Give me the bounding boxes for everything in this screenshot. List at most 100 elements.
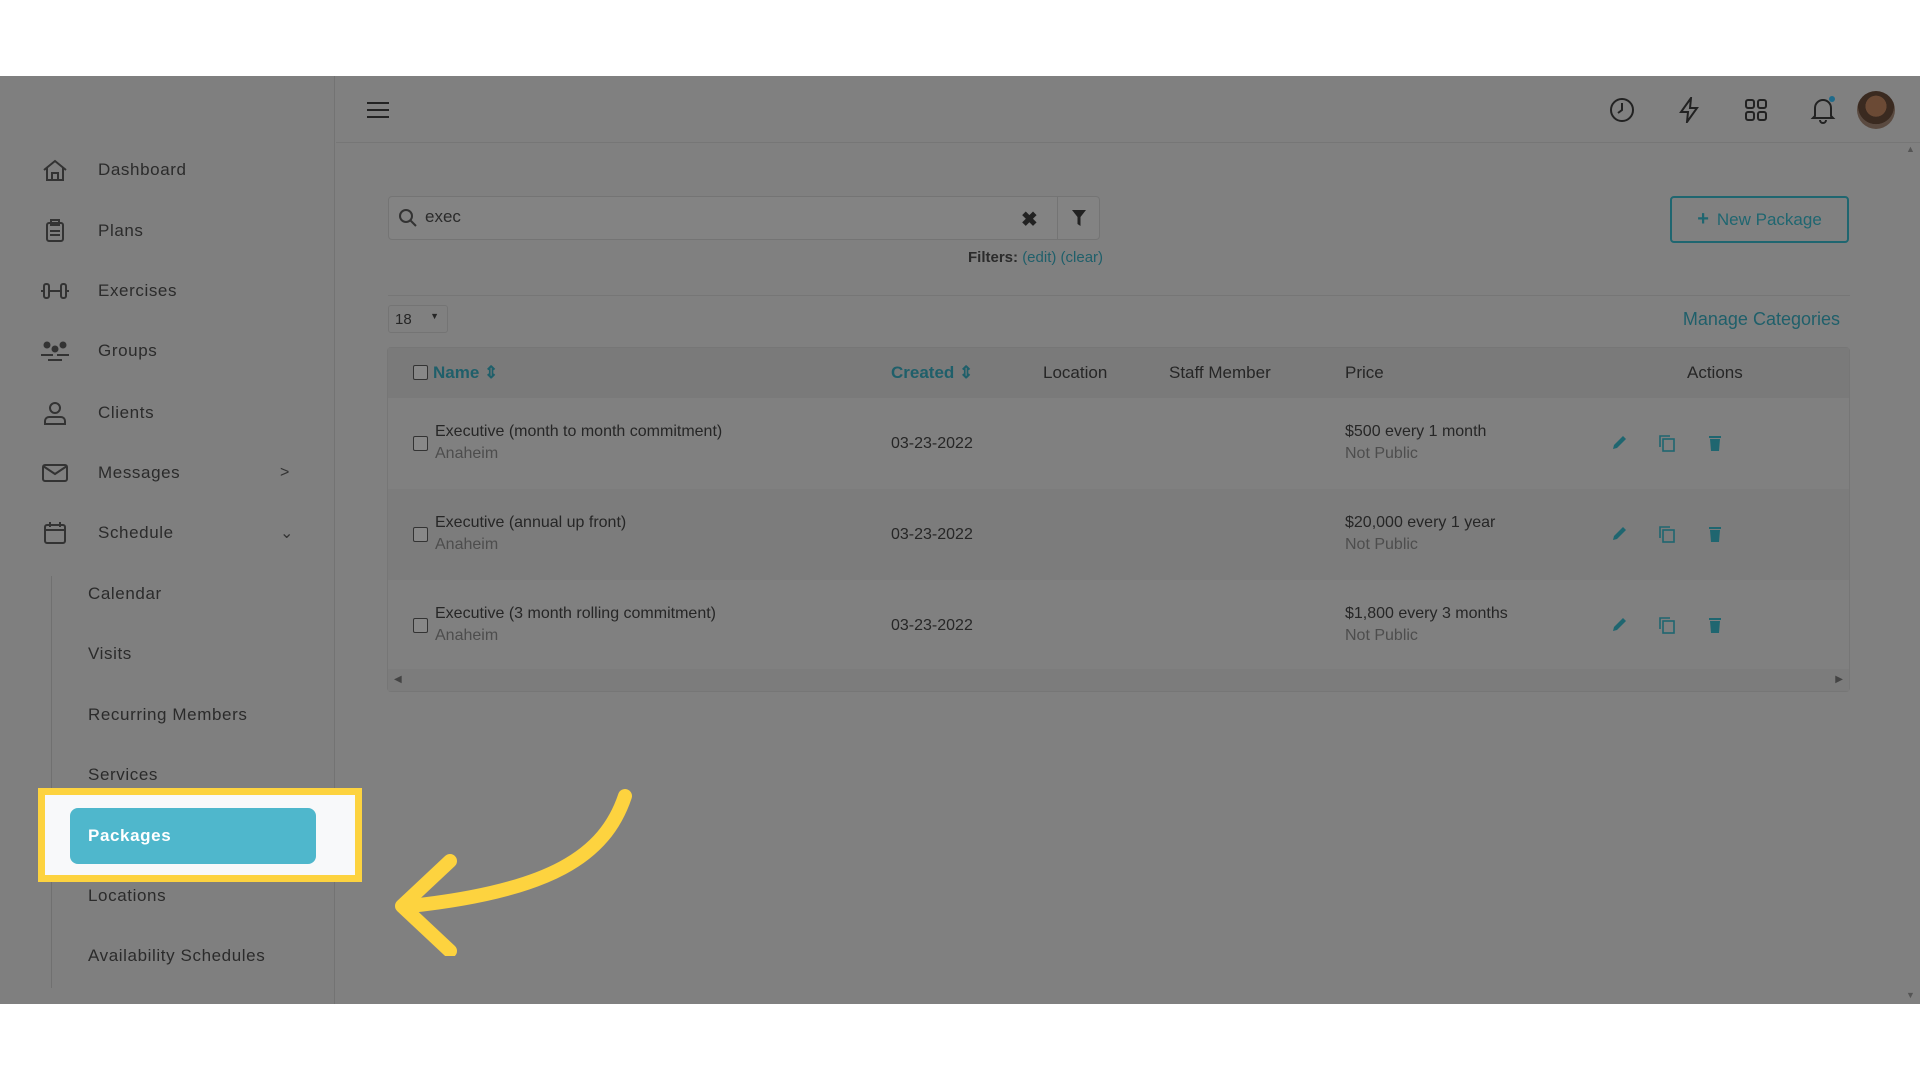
home-icon — [40, 157, 70, 183]
apps-grid-icon[interactable] — [1742, 96, 1770, 124]
clear-search-icon[interactable]: ✖ — [1021, 207, 1038, 232]
search-input[interactable] — [425, 207, 1005, 227]
sidebar-item-exercises[interactable]: Exercises — [40, 276, 177, 306]
sidebar-item-groups[interactable]: Groups — [40, 336, 157, 366]
package-name[interactable]: Executive (annual up front) — [435, 514, 626, 532]
sidebar-item-messages[interactable]: Messages > — [40, 458, 300, 488]
groups-icon — [40, 338, 70, 364]
sidebar-item-recurring-members[interactable]: Recurring Members — [88, 705, 247, 725]
edit-pencil-icon[interactable] — [1610, 525, 1628, 543]
trash-icon[interactable] — [1706, 525, 1724, 543]
row-checkbox[interactable] — [413, 436, 428, 451]
filters-edit-link[interactable]: (edit) — [1022, 249, 1056, 266]
sidebar-item-clients[interactable]: Clients — [40, 398, 154, 428]
new-package-label: New Package — [1716, 209, 1822, 229]
package-name[interactable]: Executive (month to month commitment) — [435, 423, 722, 441]
clipboard-icon — [40, 218, 70, 244]
packages-table: Name ⇕ Created ⇕ Location Staff Member P… — [387, 347, 1850, 692]
plus-icon: + — [1697, 208, 1709, 230]
filter-icon — [1071, 210, 1086, 226]
dumbbell-icon — [40, 278, 70, 304]
sort-created[interactable]: Created ⇕ — [891, 363, 973, 383]
created-date: 03-23-2022 — [891, 435, 973, 452]
sidebar-item-plans[interactable]: Plans — [40, 216, 144, 246]
duplicate-icon[interactable] — [1658, 616, 1676, 634]
package-location: Anaheim — [435, 536, 499, 553]
header-actions: Actions — [1687, 363, 1743, 382]
caret-down-icon: ▼ — [430, 311, 439, 321]
row-checkbox[interactable] — [413, 618, 428, 633]
package-location: Anaheim — [435, 445, 499, 462]
vertical-scrollbar[interactable]: ▲ ▼ — [1902, 144, 1920, 1004]
filters-clear-link[interactable]: (clear) — [1061, 249, 1104, 266]
horizontal-scrollbar[interactable]: ◀ ▶ — [388, 669, 1849, 691]
app: Dashboard Plans Exercises Groups Clients… — [0, 76, 1920, 1004]
duplicate-icon[interactable] — [1658, 525, 1676, 543]
package-visibility: Not Public — [1345, 445, 1418, 462]
search-icon — [399, 209, 417, 227]
user-icon — [40, 400, 70, 426]
sidebar-item-label: Schedule — [98, 523, 174, 542]
sidebar-item-dashboard[interactable]: Dashboard — [40, 155, 187, 185]
header-price: Price — [1345, 363, 1384, 382]
manage-categories-link[interactable]: Manage Categories — [1660, 309, 1840, 330]
filter-button[interactable] — [1057, 197, 1099, 239]
header-location: Location — [1043, 363, 1108, 382]
table-row: Executive (3 month rolling commitment) A… — [388, 580, 1849, 671]
sidebar-item-services[interactable]: Services — [88, 765, 158, 785]
sidebar-item-availability-schedules[interactable]: Availability Schedules — [88, 946, 265, 966]
page-size-select[interactable]: 18 ▼ — [388, 305, 448, 333]
package-price: $20,000 every 1 year — [1345, 514, 1496, 531]
sidebar-item-label: Plans — [98, 221, 144, 240]
package-location: Anaheim — [435, 627, 499, 644]
created-date: 03-23-2022 — [891, 526, 973, 543]
package-price: $500 every 1 month — [1345, 423, 1487, 440]
header-staff-member: Staff Member — [1169, 363, 1271, 382]
sidebar-item-calendar[interactable]: Calendar — [88, 584, 162, 604]
yellow-arrow-annotation — [395, 789, 632, 956]
sort-name[interactable]: Name ⇕ — [433, 363, 498, 383]
search-box: ✖ — [388, 196, 1100, 240]
edit-pencil-icon[interactable] — [1610, 434, 1628, 452]
calendar-icon — [40, 520, 70, 546]
select-all-checkbox[interactable] — [413, 365, 428, 380]
submenu-line — [51, 576, 52, 988]
row-checkbox[interactable] — [413, 527, 428, 542]
trash-icon[interactable] — [1706, 616, 1724, 634]
hamburger-menu-icon[interactable] — [364, 96, 392, 124]
sidebar-item-label: Exercises — [98, 281, 178, 300]
clock-icon[interactable] — [1608, 96, 1636, 124]
sidebar-item-schedule[interactable]: Schedule ⌄ — [40, 518, 300, 548]
package-name[interactable]: Executive (3 month rolling commitment) — [435, 605, 716, 623]
divider — [388, 295, 1850, 296]
new-package-button[interactable]: + New Package — [1670, 196, 1849, 243]
sidebar-item-visits[interactable]: Visits — [88, 644, 132, 664]
package-visibility: Not Public — [1345, 627, 1418, 644]
page-size-value: 18 — [395, 311, 412, 328]
chevron-down-icon[interactable]: ⌄ — [280, 523, 294, 543]
table-header: Name ⇕ Created ⇕ Location Staff Member P… — [388, 348, 1849, 398]
avatar[interactable] — [1857, 91, 1895, 129]
trash-icon[interactable] — [1706, 434, 1724, 452]
chevron-right-icon[interactable]: > — [280, 464, 290, 482]
sidebar-item-label: Messages — [98, 463, 181, 482]
sidebar-item-label: Dashboard — [98, 160, 187, 179]
envelope-icon — [40, 460, 70, 486]
created-date: 03-23-2022 — [891, 617, 973, 634]
duplicate-icon[interactable] — [1658, 434, 1676, 452]
filters-label: Filters: — [968, 249, 1019, 266]
lightning-icon[interactable] — [1675, 96, 1703, 124]
table-row: Executive (month to month commitment) An… — [388, 398, 1849, 489]
bell-icon[interactable] — [1809, 96, 1837, 124]
sidebar-item-label: Clients — [98, 403, 155, 422]
header-name: Name — [433, 363, 480, 382]
edit-pencil-icon[interactable] — [1610, 616, 1628, 634]
package-price: $1,800 every 3 months — [1345, 605, 1508, 622]
table-row: Executive (annual up front) Anaheim 03-2… — [388, 489, 1849, 580]
sidebar-item-packages[interactable]: Packages — [70, 808, 316, 864]
filters-line: Filters: (edit) (clear) — [968, 249, 1103, 266]
top-bar — [336, 76, 1920, 143]
sidebar-item-locations[interactable]: Locations — [88, 886, 166, 906]
package-visibility: Not Public — [1345, 536, 1418, 553]
sidebar-item-label: Groups — [98, 341, 158, 360]
